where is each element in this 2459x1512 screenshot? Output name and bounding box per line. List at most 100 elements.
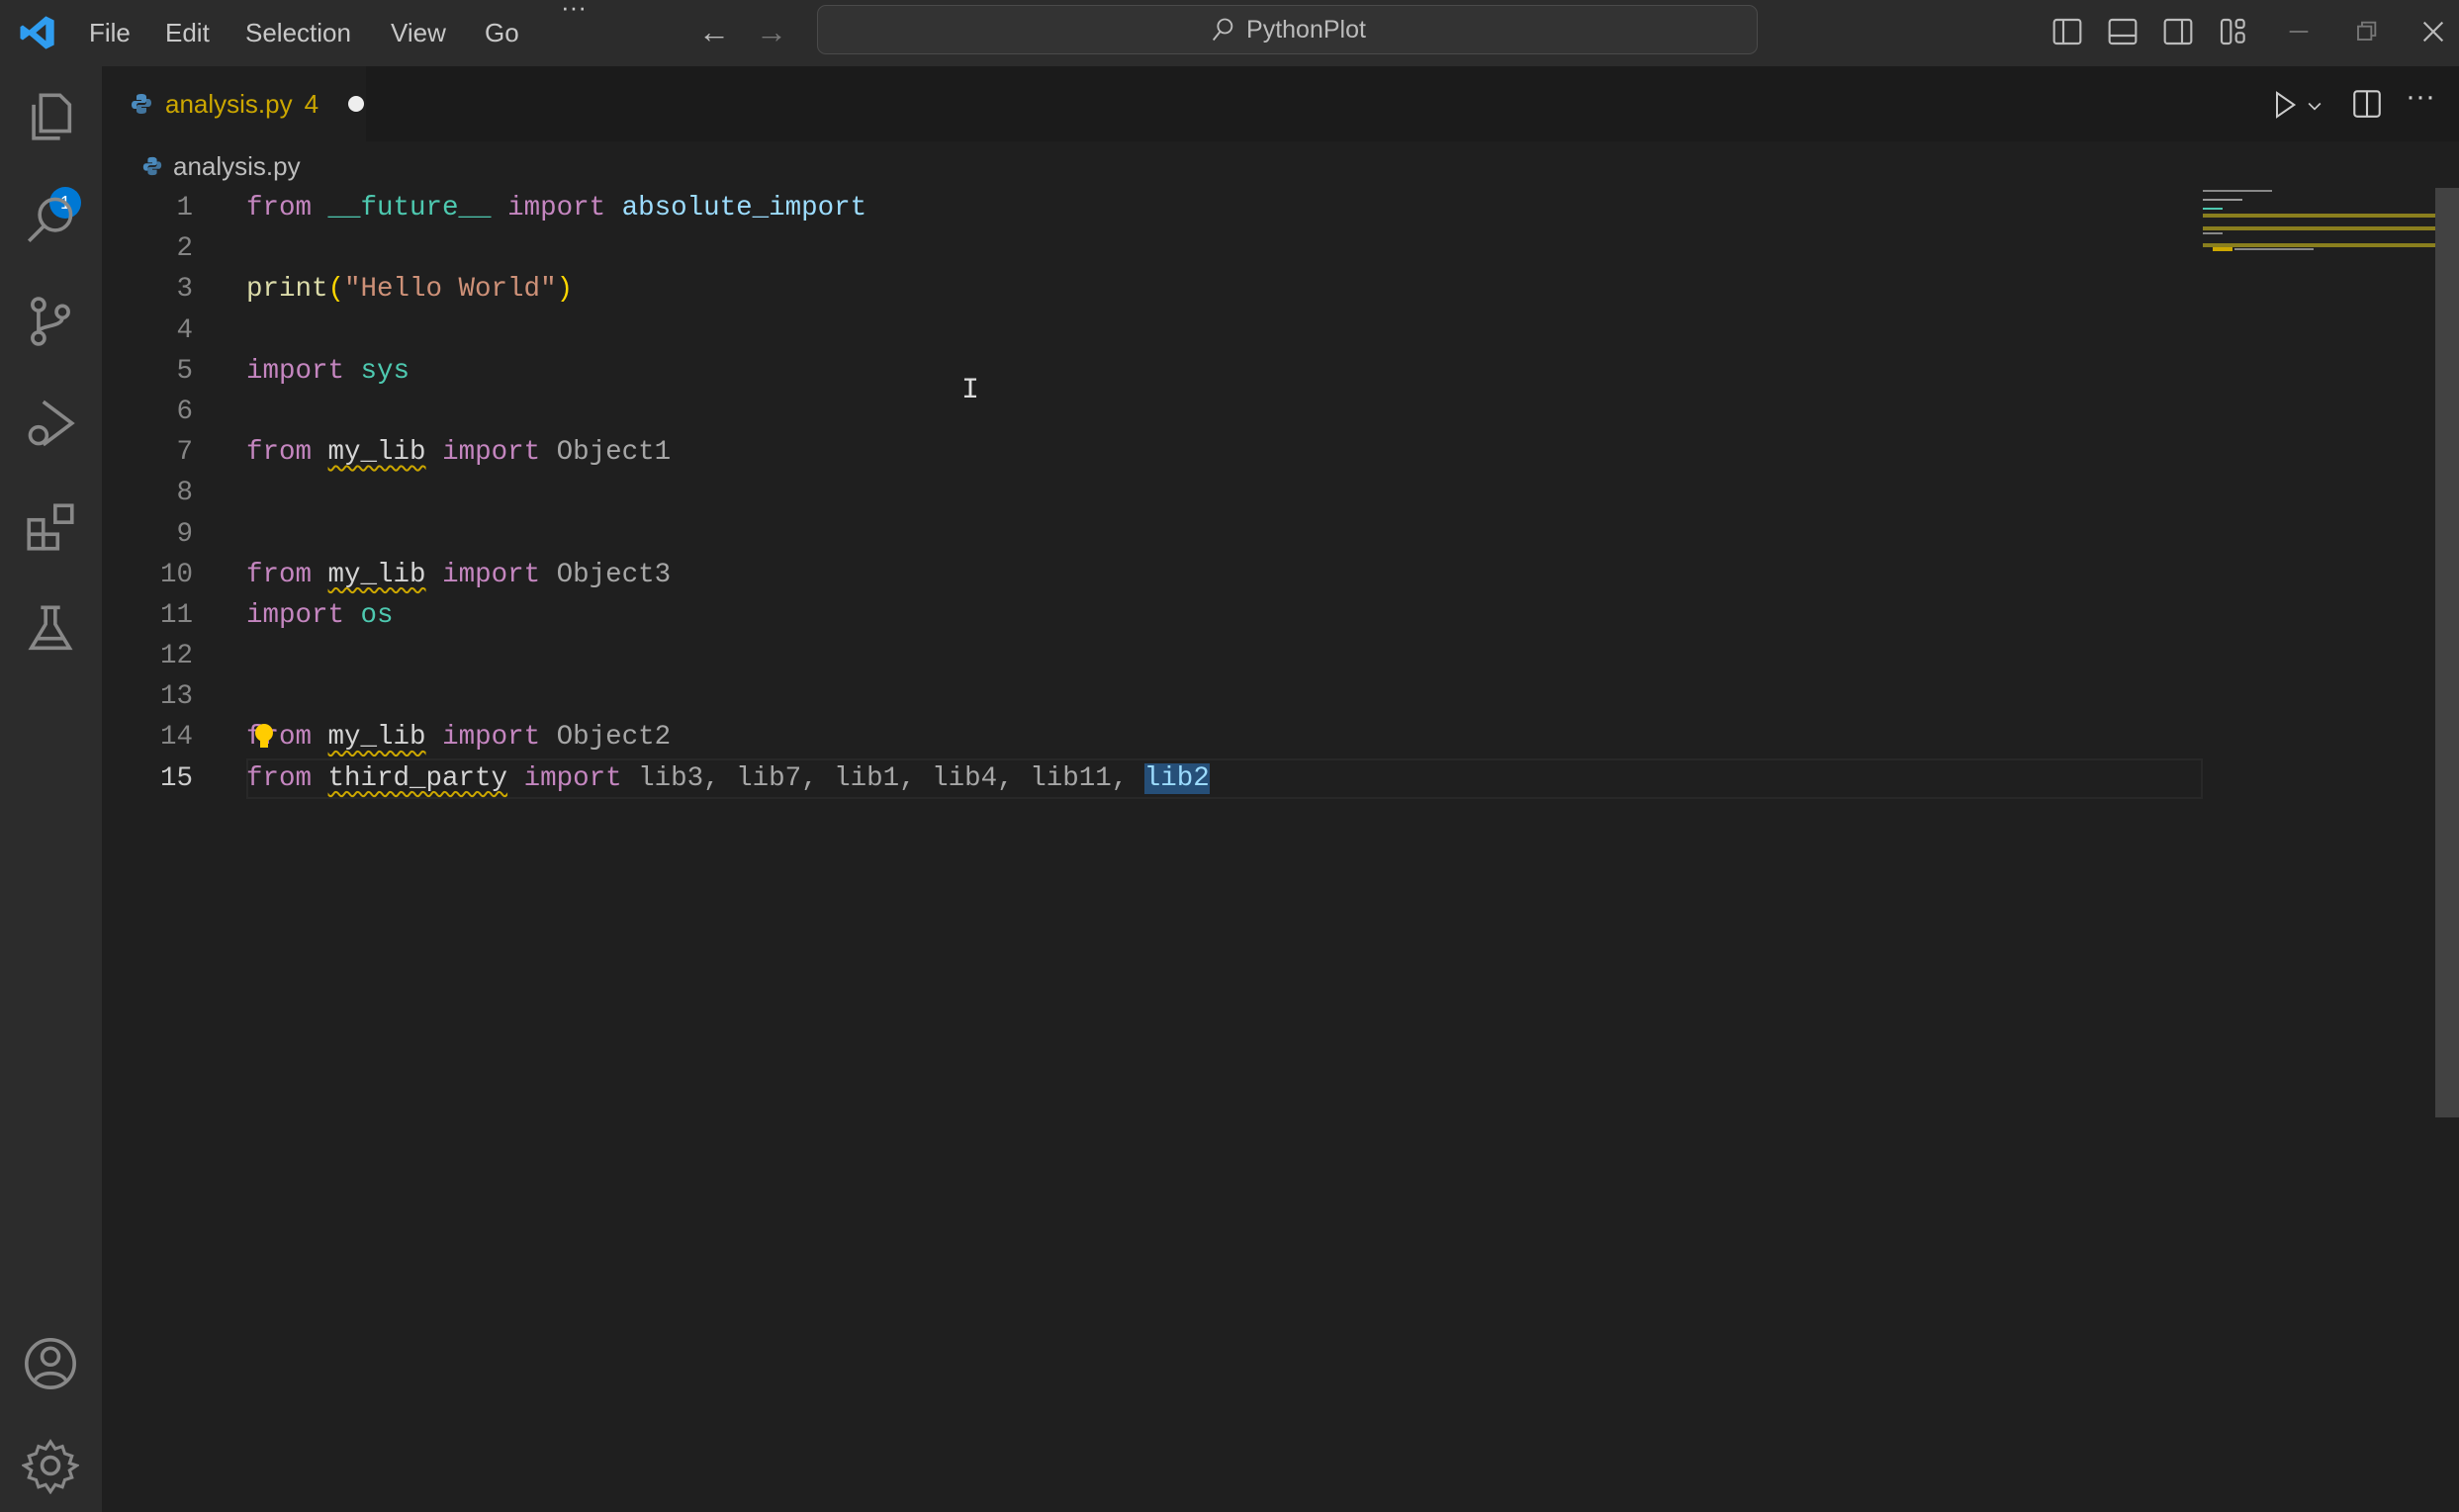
menu-more[interactable]: ··· <box>561 0 587 23</box>
code-line[interactable]: 2 <box>102 228 2199 269</box>
code-line[interactable]: 12 <box>102 636 2199 676</box>
forward-arrow-icon[interactable]: → <box>756 14 787 50</box>
line-number: 2 <box>102 228 193 269</box>
lightbulb-icon[interactable] <box>254 723 274 751</box>
run-debug-icon[interactable] <box>22 395 79 452</box>
settings-gear-icon[interactable] <box>22 1437 79 1494</box>
code-token <box>312 437 328 468</box>
code-token: third_party <box>328 763 508 794</box>
toggle-panel-icon[interactable] <box>2107 16 2139 47</box>
tab-analysis-py[interactable]: analysis.py 4 <box>102 66 366 141</box>
line-number: 11 <box>102 595 193 636</box>
code-line[interactable]: 15 from third_party import lib3, lib7, li… <box>102 758 2199 799</box>
restore-icon[interactable] <box>2350 16 2382 47</box>
run-python-file-icon[interactable] <box>2269 88 2301 122</box>
code-line[interactable]: 6 <box>102 392 2199 432</box>
chevron-down-icon[interactable] <box>2305 96 2324 116</box>
more-actions-icon[interactable]: ··· <box>2406 80 2435 114</box>
code-text: import sys <box>246 351 410 392</box>
close-icon[interactable] <box>2417 16 2449 47</box>
line-number: 6 <box>102 392 193 432</box>
code-text: print("Hello World") <box>246 269 573 310</box>
menu-go[interactable]: Go <box>485 18 519 48</box>
code-token <box>426 437 443 468</box>
code-token <box>507 763 524 794</box>
toggle-secondary-sidebar-icon[interactable] <box>2162 16 2194 47</box>
menu-edit[interactable]: Edit <box>165 18 210 48</box>
code-token: Object3 <box>557 560 672 590</box>
breadcrumb-file[interactable]: analysis.py <box>173 151 301 182</box>
line-number: 3 <box>102 269 193 310</box>
code-token <box>312 560 328 590</box>
activity-bar: 1 <box>0 66 102 1512</box>
unsaved-dot-icon[interactable] <box>348 96 364 112</box>
extensions-icon[interactable] <box>22 498 79 556</box>
code-line[interactable]: 11import os <box>102 595 2199 636</box>
code-token: from <box>246 193 312 223</box>
code-line[interactable]: 9 <box>102 514 2199 555</box>
account-icon[interactable] <box>22 1335 79 1392</box>
text-cursor-icon: I <box>961 374 979 407</box>
search-label: PythonPlot <box>1246 16 1366 44</box>
code-line[interactable]: 5 import sys <box>102 351 2199 392</box>
code-line[interactable]: 7from my_lib import Object1 <box>102 432 2199 473</box>
menu-file[interactable]: File <box>89 18 131 48</box>
code-token: my_lib <box>328 722 426 753</box>
minimap[interactable] <box>2203 188 2436 257</box>
code-token: __future__ <box>328 193 492 223</box>
testing-icon[interactable] <box>22 600 79 658</box>
line-number: 1 <box>102 188 193 228</box>
line-number: 15 <box>102 758 193 799</box>
line-number: 10 <box>102 555 193 595</box>
minimize-icon[interactable] <box>2283 16 2315 47</box>
code-token <box>540 722 557 753</box>
code-line[interactable]: 10 from my_lib import Object3 <box>102 555 2199 595</box>
code-line[interactable]: 14from my_lib import Object2 <box>102 717 2199 757</box>
code-token: absolute_import <box>622 193 867 223</box>
code-token: import <box>442 560 540 590</box>
code-token: lib2 <box>1144 763 1210 794</box>
code-token: Object1 <box>557 437 672 468</box>
code-token <box>492 193 508 223</box>
code-line[interactable]: 8 <box>102 473 2199 513</box>
line-number: 12 <box>102 636 193 676</box>
code-line[interactable]: 1from __future__ import absolute_import <box>102 188 2199 228</box>
command-center-search[interactable]: PythonPlot <box>817 5 1758 54</box>
menu-selection[interactable]: Selection <box>245 18 351 48</box>
menu-view[interactable]: View <box>391 18 446 48</box>
code-line[interactable]: 3 print("Hello World") <box>102 269 2199 310</box>
code-token <box>312 193 328 223</box>
line-number: 9 <box>102 514 193 555</box>
vertical-scrollbar[interactable] <box>2435 188 2459 1117</box>
line-number: 5 <box>102 351 193 392</box>
code-line[interactable]: 4 <box>102 311 2199 351</box>
code-token <box>426 722 443 753</box>
line-number: 13 <box>102 676 193 717</box>
code-editor[interactable]: 1 from __future__ import absolute_import 2… <box>102 188 2199 799</box>
customize-layout-icon[interactable] <box>2218 16 2249 47</box>
toggle-primary-sidebar-icon[interactable] <box>2051 16 2083 47</box>
explorer-icon[interactable] <box>22 88 79 145</box>
search-icon <box>1209 15 1236 44</box>
code-line[interactable]: 13 <box>102 676 2199 717</box>
line-number: 14 <box>102 717 193 757</box>
code-token: my_lib <box>328 437 426 468</box>
line-number: 7 <box>102 432 193 473</box>
code-token <box>622 763 639 794</box>
code-token: from <box>246 560 312 590</box>
code-token: sys <box>361 356 410 387</box>
vscode-logo-icon <box>18 12 57 53</box>
title-bar: File Edit Selection View Go ··· ← → Pyth… <box>0 0 2459 66</box>
back-arrow-icon[interactable]: ← <box>698 14 730 50</box>
code-token: os <box>361 600 394 631</box>
source-control-icon[interactable] <box>22 293 79 350</box>
code-text: from my_lib import Object3 <box>246 555 671 595</box>
search-icon[interactable] <box>22 191 79 248</box>
split-editor-icon[interactable] <box>2350 86 2384 122</box>
code-token: Object2 <box>557 722 672 753</box>
code-text: from third_party import lib3, lib7, lib1… <box>246 758 1210 799</box>
code-token: ( <box>328 274 345 305</box>
line-number: 4 <box>102 311 193 351</box>
python-file-icon <box>130 91 153 117</box>
code-token: import <box>524 763 622 794</box>
